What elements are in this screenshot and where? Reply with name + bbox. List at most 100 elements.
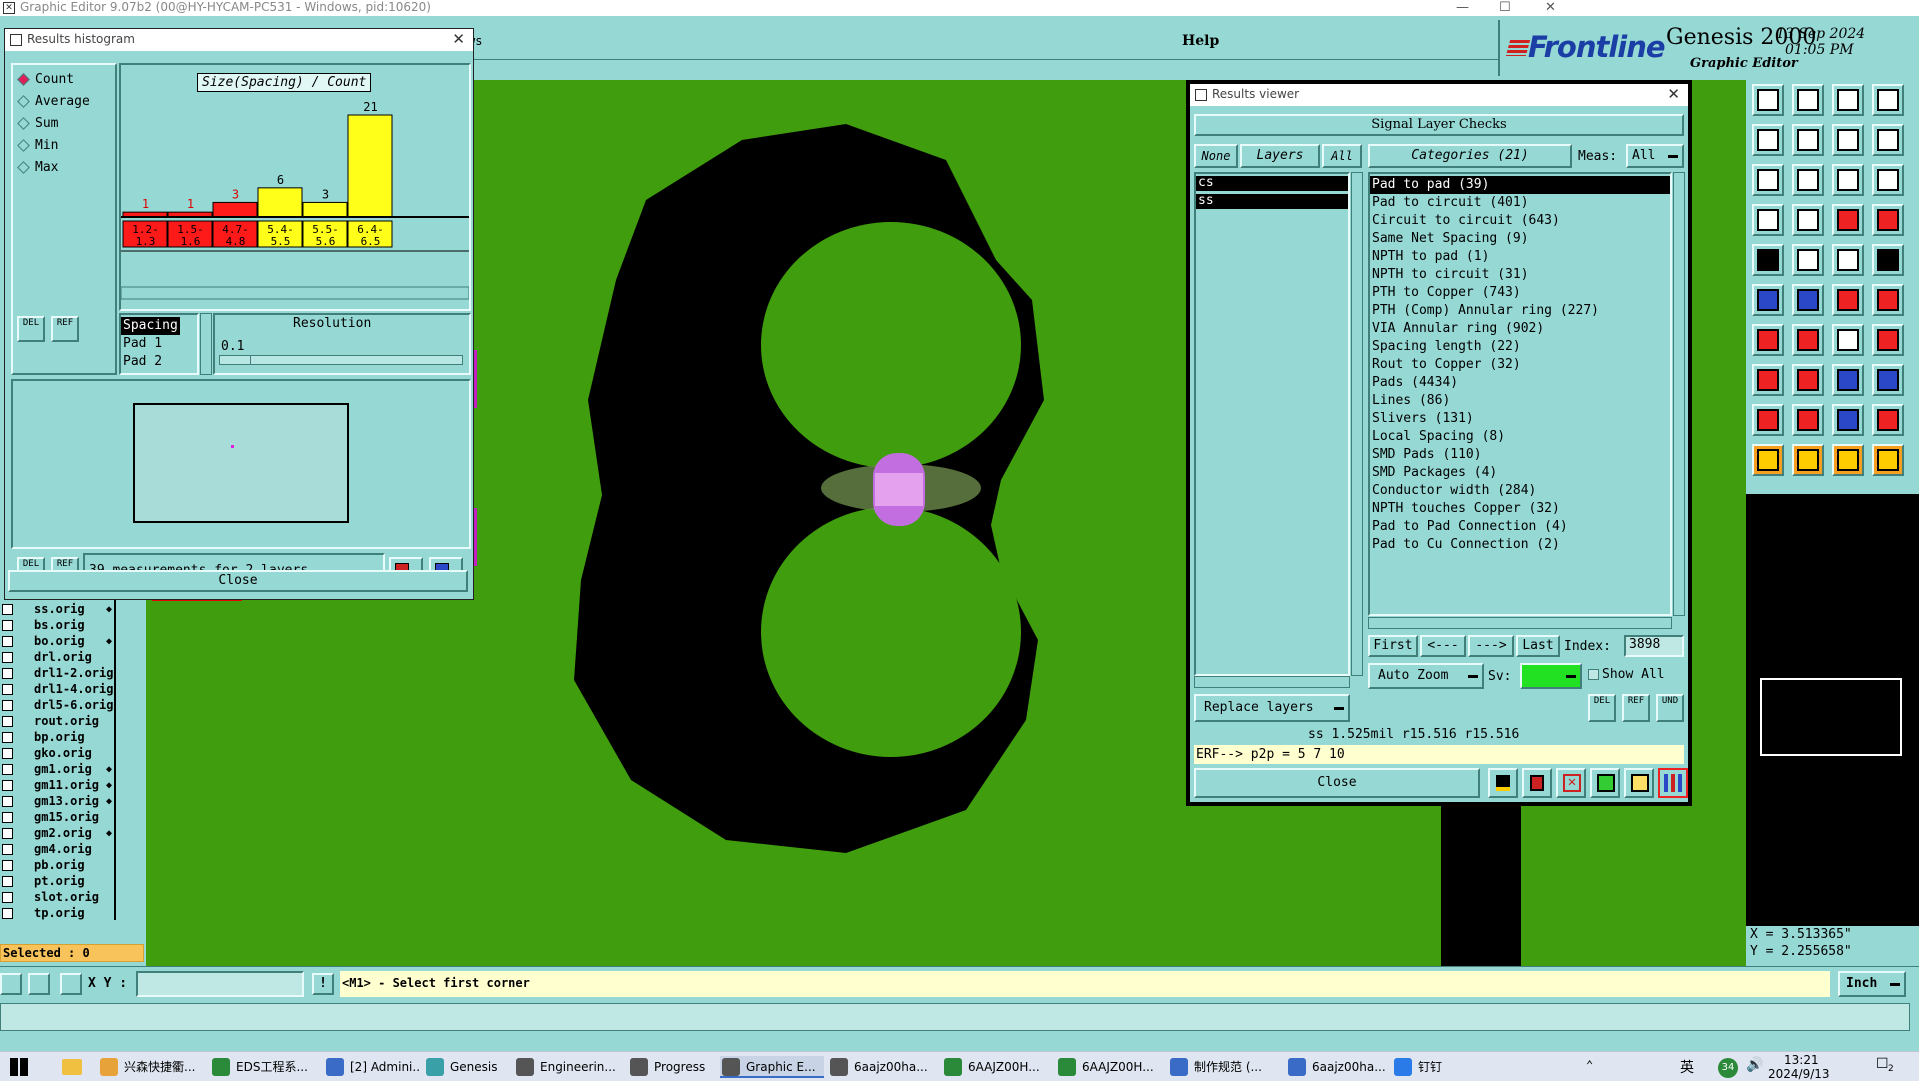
layer-row[interactable]: gm2.orig ◆ [0, 826, 116, 842]
category-item[interactable]: NPTH to pad (1) [1370, 248, 1670, 266]
taskbar-item[interactable]: Genesis [424, 1056, 510, 1078]
layer-checkbox[interactable] [2, 764, 13, 775]
help-menu[interactable]: Help [1182, 33, 1219, 49]
cmd-tool-3[interactable] [60, 973, 82, 995]
category-item[interactable]: Circuit to circuit (643) [1370, 212, 1670, 230]
viewer-layer-hscroll[interactable] [1194, 676, 1350, 688]
minimize-button[interactable]: — [1456, 0, 1469, 15]
viewer-layer-list[interactable]: cs ss [1194, 172, 1350, 676]
layer-checkbox[interactable] [2, 812, 13, 823]
mode-option-count[interactable]: Count [17, 71, 74, 89]
measurement-type-list[interactable]: Spacing Pad 1 Pad 2 [119, 313, 199, 375]
taskbar-item[interactable]: 制作规范 (... [1168, 1056, 1282, 1078]
toolbox-button[interactable] [1832, 324, 1864, 356]
layer-row[interactable]: drl1-2.orig [0, 666, 116, 682]
toolbox-button[interactable] [1792, 84, 1824, 116]
layer-row[interactable]: bo.orig ◆ [0, 634, 116, 650]
viewer-histogram-button[interactable] [1658, 768, 1688, 798]
histogram-del-button[interactable]: DEL [17, 316, 45, 342]
maximize-button[interactable]: ☐ [1499, 0, 1511, 15]
viewer-close-icon[interactable]: ✕ [1667, 84, 1680, 105]
layer-row[interactable]: tp.orig [0, 906, 116, 922]
category-item[interactable]: Conductor width (284) [1370, 482, 1670, 500]
mode-option-sum[interactable]: Sum [17, 115, 58, 133]
cmd-tool-1[interactable] [0, 973, 22, 995]
layer-checkbox[interactable] [2, 604, 13, 615]
layer-checkbox[interactable] [2, 620, 13, 631]
layer-row[interactable]: gm11.orig ◆ [0, 778, 116, 794]
toolbox-button[interactable] [1832, 124, 1864, 156]
toolbox-button[interactable] [1872, 84, 1904, 116]
toolbox-button[interactable] [1752, 444, 1784, 476]
viewer-und-button[interactable]: UND [1656, 694, 1684, 722]
category-item[interactable]: SMD Pads (110) [1370, 446, 1670, 464]
taskbar-item[interactable]: 兴森快捷衢... [98, 1056, 206, 1078]
toolbox-button[interactable] [1872, 124, 1904, 156]
layer-checkbox[interactable] [2, 732, 13, 743]
layer-checkbox[interactable] [2, 652, 13, 663]
notification-icon[interactable]: ☐ [1876, 1056, 1889, 1072]
taskbar-item[interactable]: 6AAJZ00H... [1056, 1056, 1164, 1078]
layer-row[interactable]: pb.orig [0, 858, 116, 874]
category-item[interactable]: NPTH touches Copper (32) [1370, 500, 1670, 518]
next-button[interactable]: ---> [1468, 635, 1514, 657]
viewer-layer-item[interactable]: ss [1196, 194, 1348, 209]
viewer-tool-5[interactable] [1624, 768, 1654, 798]
category-item[interactable]: SMD Packages (4) [1370, 464, 1670, 482]
toolbox-button[interactable] [1752, 404, 1784, 436]
toolbox-button[interactable] [1872, 244, 1904, 276]
layer-row[interactable]: slot.orig [0, 890, 116, 906]
viewer-close-button[interactable]: Close [1194, 768, 1480, 798]
categories-button[interactable]: Categories (21) [1368, 144, 1572, 168]
toolbox-button[interactable] [1872, 164, 1904, 196]
taskbar-item[interactable]: [2] Admini... [324, 1056, 420, 1078]
viewer-layer-item[interactable]: cs [1196, 176, 1348, 191]
layer-checkbox[interactable] [2, 876, 13, 887]
prev-button[interactable]: <--- [1420, 635, 1466, 657]
layer-checkbox[interactable] [2, 668, 13, 679]
toolbox-button[interactable] [1792, 244, 1824, 276]
overview-map[interactable] [1746, 494, 1919, 926]
toolbox-button[interactable] [1872, 324, 1904, 356]
toolbox-button[interactable] [1792, 124, 1824, 156]
layers-button[interactable]: Layers [1240, 144, 1320, 168]
layer-checkbox[interactable] [2, 700, 13, 711]
category-item[interactable]: Slivers (131) [1370, 410, 1670, 428]
category-item[interactable]: Local Spacing (8) [1370, 428, 1670, 446]
resolution-slider-thumb[interactable] [221, 356, 251, 364]
viewer-del-button[interactable]: DEL [1588, 694, 1616, 722]
tray-volume-icon[interactable]: 🔊 [1746, 1057, 1763, 1073]
viewer-ref-button[interactable]: REF [1622, 694, 1650, 722]
layer-row[interactable]: drl.orig [0, 650, 116, 666]
layer-checkbox[interactable] [2, 892, 13, 903]
taskbar-item[interactable]: 6aajz00ha... [1286, 1056, 1388, 1078]
toolbox-button[interactable] [1792, 444, 1824, 476]
layer-row[interactable]: gm1.orig ◆ [0, 762, 116, 778]
category-item[interactable]: PTH to Copper (743) [1370, 284, 1670, 302]
toolbox-button[interactable] [1792, 284, 1824, 316]
taskbar-item[interactable]: 钉钉 [1392, 1056, 1452, 1078]
tray-badge[interactable]: 34 [1718, 1058, 1738, 1078]
viewer-tool-1[interactable] [1488, 768, 1518, 798]
layer-row[interactable]: gm15.orig [0, 810, 116, 826]
toolbox-button[interactable] [1872, 404, 1904, 436]
toolbox-button[interactable] [1752, 244, 1784, 276]
mode-option-min[interactable]: Min [17, 137, 58, 155]
show-all-checkbox[interactable] [1588, 669, 1599, 680]
toolbox-button[interactable] [1752, 164, 1784, 196]
toolbox-button[interactable] [1792, 324, 1824, 356]
taskbar-item[interactable]: Progress [628, 1056, 716, 1078]
clock-date[interactable]: 2024/9/13 [1768, 1067, 1830, 1081]
toolbox-button[interactable] [1832, 244, 1864, 276]
layer-checkbox[interactable] [2, 716, 13, 727]
category-item[interactable]: Pad to Pad Connection (4) [1370, 518, 1670, 536]
toolbox-button[interactable] [1872, 204, 1904, 236]
toolbox-button[interactable] [1872, 364, 1904, 396]
taskbar-item[interactable]: 6aajz00ha... [828, 1056, 938, 1078]
toolbox-button[interactable] [1832, 84, 1864, 116]
toolbox-button[interactable] [1792, 204, 1824, 236]
layer-row[interactable]: gm13.orig ◆ [0, 794, 116, 810]
layer-row[interactable]: bp.orig [0, 730, 116, 746]
all-button[interactable]: All [1322, 144, 1362, 168]
layer-checkbox[interactable] [2, 780, 13, 791]
